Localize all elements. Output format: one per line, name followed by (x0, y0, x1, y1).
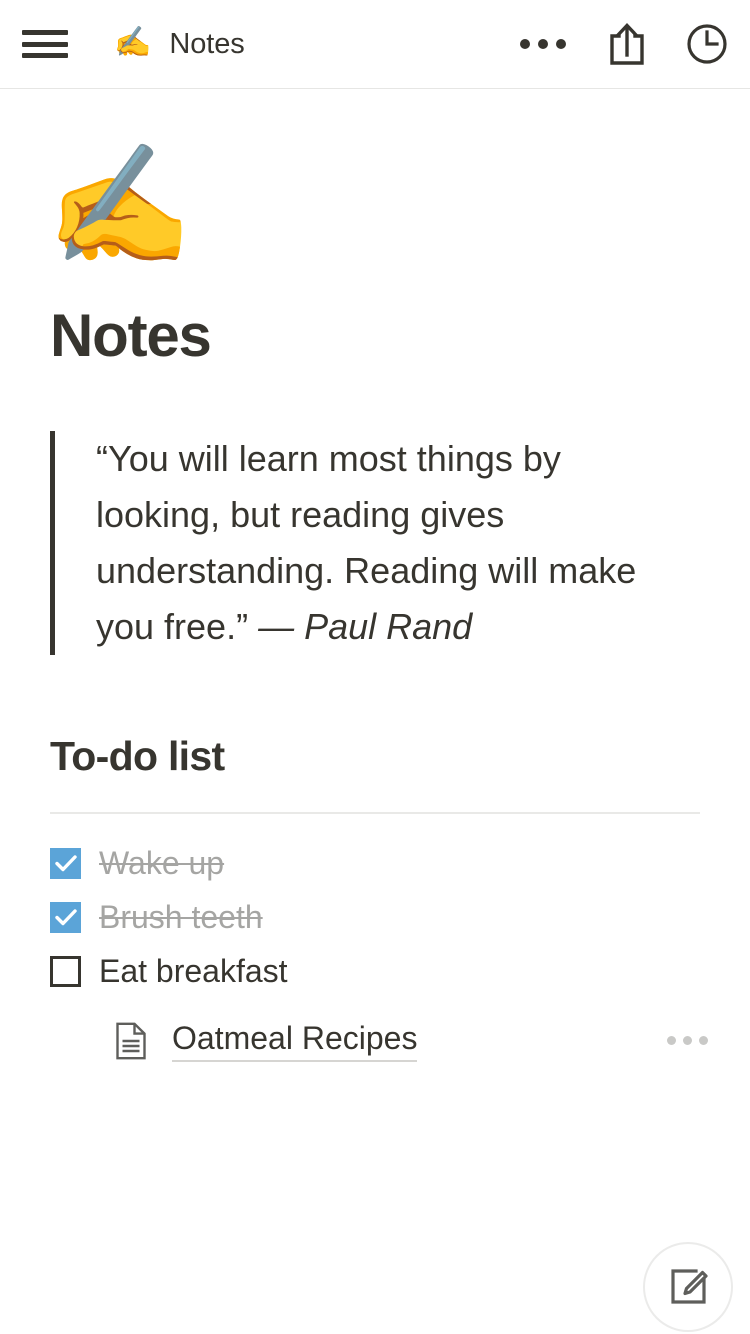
todo-label: Eat breakfast (99, 952, 288, 989)
writing-hand-icon: ✍️ (114, 26, 152, 59)
checkbox-unchecked[interactable] (50, 955, 81, 987)
dot (683, 1036, 692, 1046)
page-content: ✍️ Notes “You will learn most things by … (0, 147, 750, 1334)
page-link-oatmeal-recipes[interactable]: Oatmeal Recipes (112, 1014, 712, 1068)
app-bar: ✍️ Notes (0, 0, 750, 89)
checkbox-checked[interactable] (50, 901, 81, 933)
dot (556, 39, 566, 49)
todo-item[interactable]: Brush teeth (50, 890, 700, 944)
page-link-title: Oatmeal Recipes (172, 1020, 418, 1062)
page-emoji-writing-hand[interactable]: ✍️ (46, 147, 700, 297)
clock-history-icon[interactable] (686, 23, 728, 65)
todo-list: Wake up Brush teeth Eat breakfast (50, 836, 700, 998)
page-link-more-horizontal-icon[interactable] (663, 1026, 712, 1055)
share-icon[interactable] (606, 23, 648, 65)
todo-item[interactable]: Wake up (50, 836, 700, 890)
todo-label: Wake up (99, 844, 225, 881)
app-bar-actions (518, 23, 728, 65)
dot (667, 1036, 676, 1046)
divider (50, 812, 700, 814)
more-horizontal-icon[interactable] (518, 31, 568, 57)
app-bar-title: Notes (169, 27, 245, 60)
hamburger-line (22, 41, 68, 47)
dot (520, 39, 530, 49)
dot (699, 1036, 708, 1046)
hamburger-line (22, 30, 68, 35)
document-page-icon (112, 1022, 150, 1060)
checkbox-checked[interactable] (50, 847, 81, 879)
hamburger-line (22, 53, 68, 58)
page-title[interactable]: Notes (50, 303, 700, 369)
new-note-fab-button[interactable] (643, 1242, 733, 1332)
hamburger-menu-icon[interactable] (22, 26, 68, 62)
todo-label: Brush teeth (99, 898, 263, 935)
quote-author: — Paul Rand (258, 606, 473, 647)
quote-block[interactable]: “You will learn most things by looking, … (50, 431, 670, 655)
dot (538, 39, 548, 49)
section-heading-todo-list[interactable]: To-do list (50, 733, 700, 780)
todo-item[interactable]: Eat breakfast (50, 944, 700, 998)
